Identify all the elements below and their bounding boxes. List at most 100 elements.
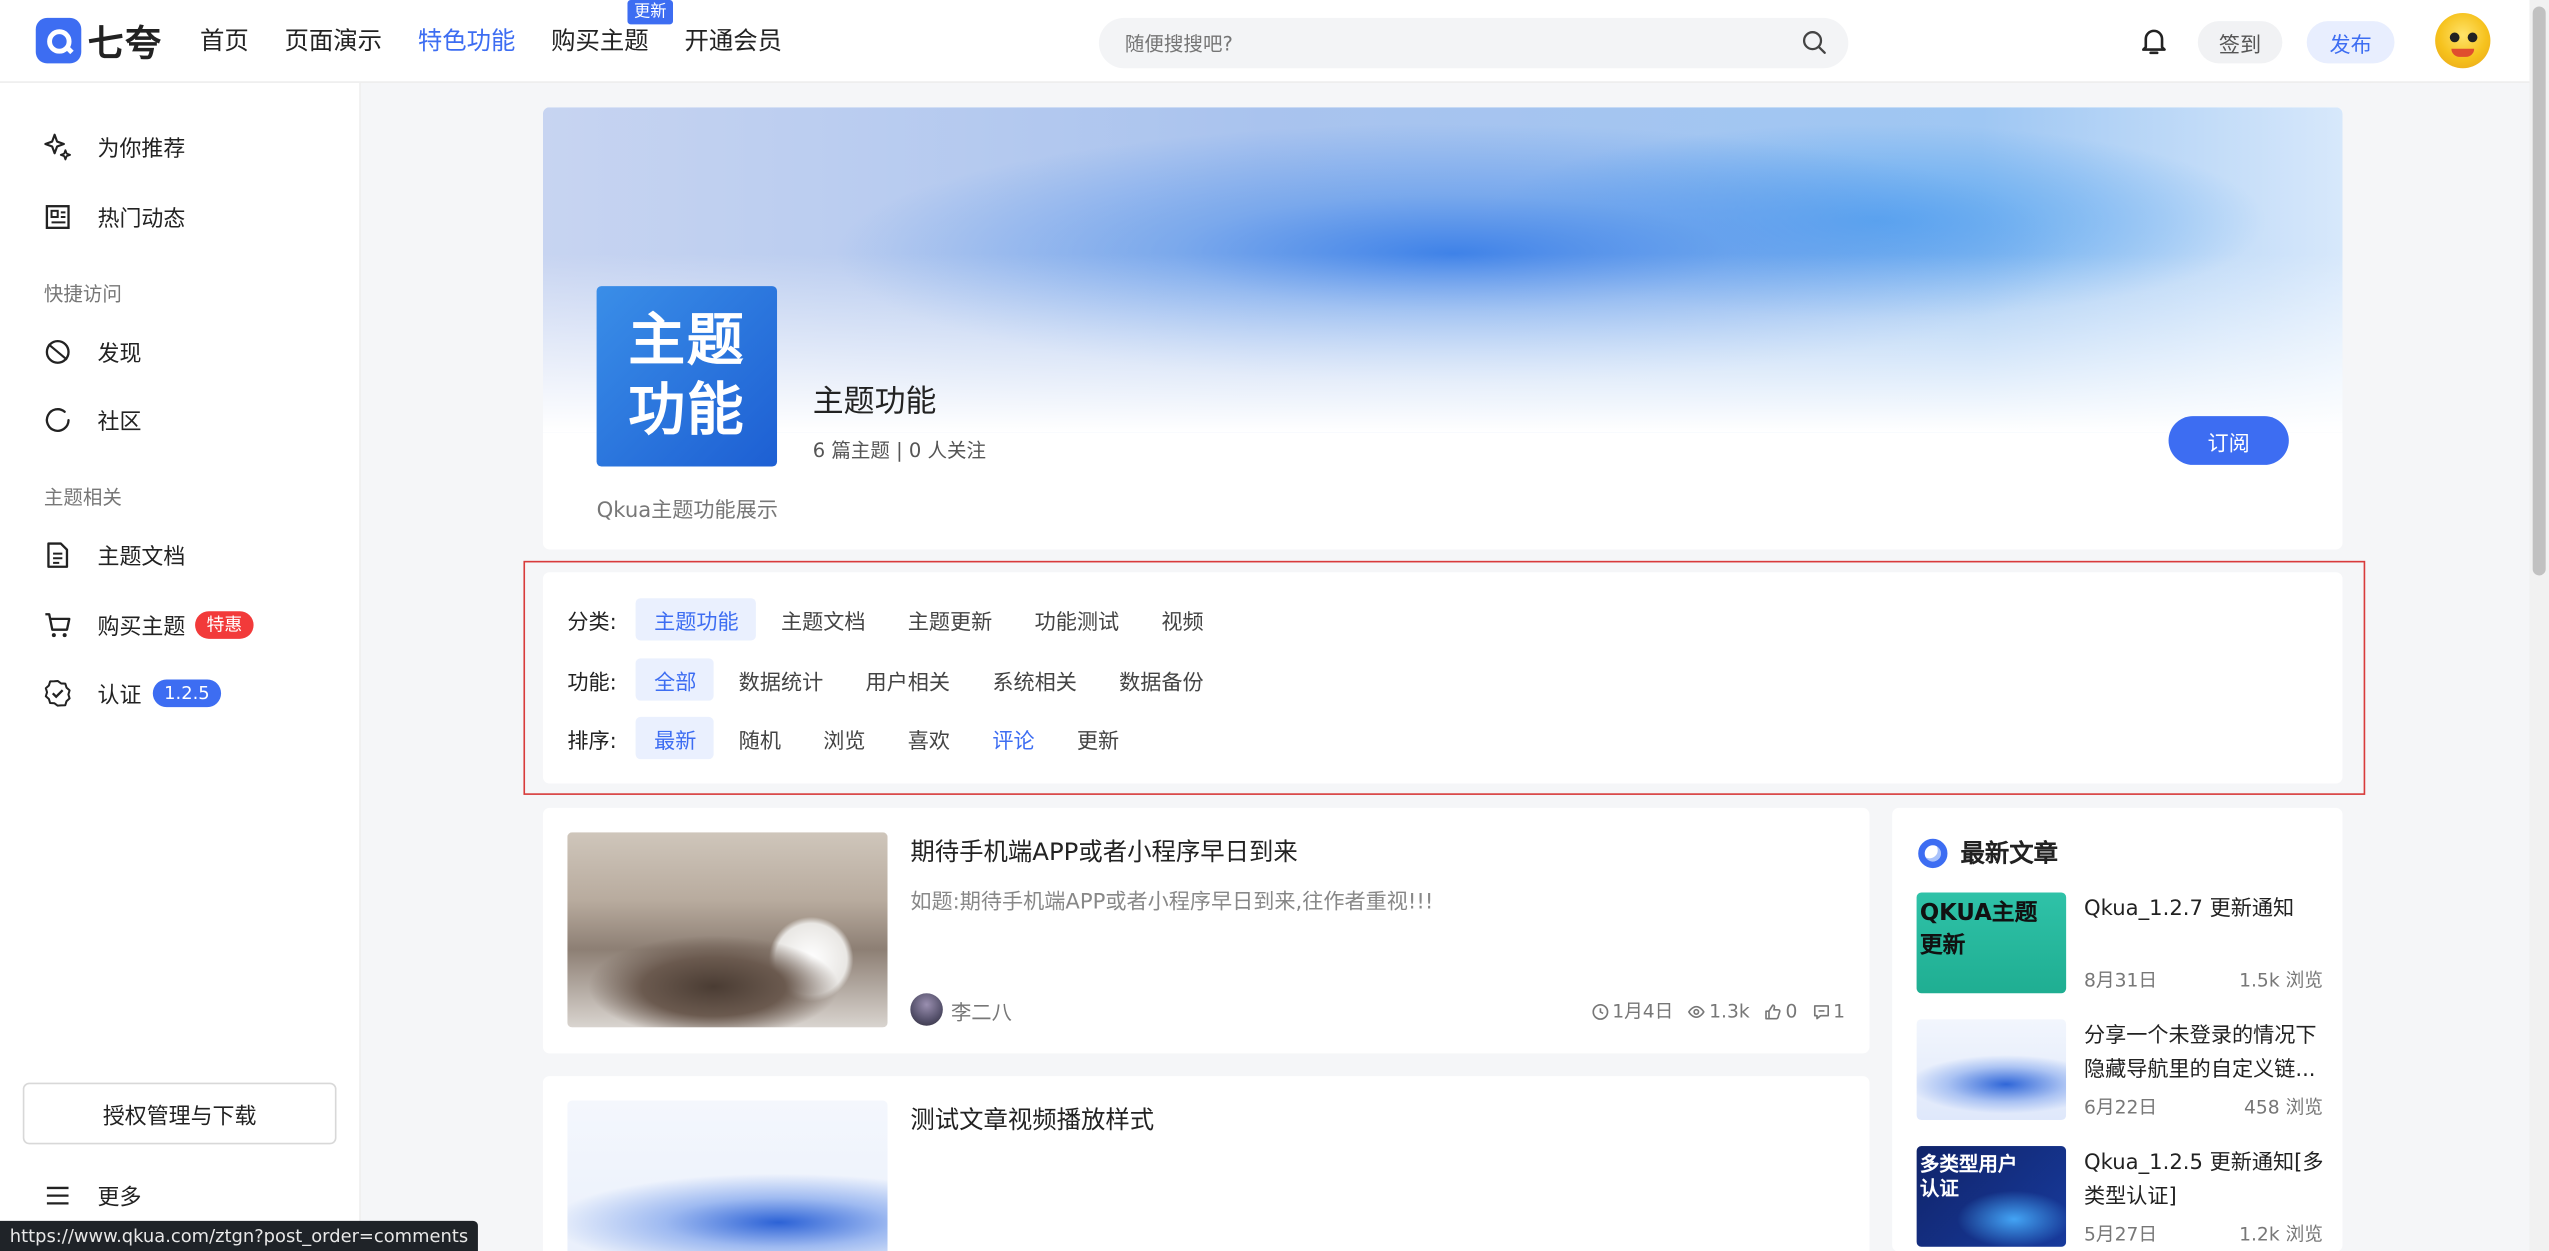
compass-icon	[45, 339, 70, 364]
article-title[interactable]: 分享一个未登录的情况下隐藏导航里的自定义链...	[2084, 1019, 2328, 1087]
sidebar-item-buy[interactable]: 购买主题 特惠	[42, 606, 254, 642]
sidebar-item-verify[interactable]: 认证 1.2.5	[42, 675, 222, 711]
nav-page-demo[interactable]: 页面演示	[285, 23, 383, 57]
sidebar-item-hot[interactable]: 热门动态	[42, 198, 185, 234]
search-box	[1098, 17, 1849, 69]
sidebar-item-label: 更多	[97, 1185, 142, 1212]
post-card[interactable]: 期待手机端APP或者小程序早日到来 如题:期待手机端APP或者小程序早日到来,往…	[542, 807, 1870, 1054]
sidebar-item-label: 发现	[97, 341, 142, 368]
post-author[interactable]: 李二八	[910, 993, 1012, 1026]
article-views: 1.2k 浏览	[2239, 1222, 2323, 1246]
thumbs-up-icon	[1765, 1003, 1782, 1019]
nav-buy-theme[interactable]: 购买主题	[551, 23, 649, 57]
sidebar-item-label: 认证	[97, 682, 142, 709]
article-title[interactable]: Qkua_1.2.7 更新通知	[2084, 892, 2328, 926]
left-sidebar: 为你推荐 热门动态 快捷访问 发现 社区 主题相关 主题文档 购买主题 特惠 认…	[0, 82, 361, 1251]
category-icon: 主题 功能	[596, 286, 778, 467]
main-nav: 首页 页面演示 特色功能 购买主题 开通会员 更新	[200, 0, 818, 57]
category-banner: 主题 功能 主题功能 6 篇主题 | 0 人关注 订阅 Qkua主题功能展示	[542, 107, 2343, 550]
article-date: 8月31日	[2084, 968, 2158, 992]
post-comments[interactable]: 1	[1812, 1000, 1845, 1023]
sidebar-item-label: 社区	[97, 409, 142, 436]
logo-q-icon	[35, 17, 82, 64]
post-likes[interactable]: 0	[1764, 1000, 1797, 1023]
article-thumbnail[interactable]: 多类型用户 认证	[1917, 1146, 2067, 1247]
article-thumbnail[interactable]	[1916, 1019, 2067, 1121]
sidebar-group-quick: 快捷访问	[43, 282, 122, 306]
post-views: 1.3k	[1688, 1000, 1750, 1023]
page-scrollbar[interactable]	[2529, 0, 2549, 1251]
link-status-bar: https://www.qkua.com/ztgn?post_order=com…	[0, 1220, 478, 1251]
post-stats: 1月4日 1.3k 0 1	[1591, 998, 1845, 1024]
article-date: 6月22日	[2084, 1095, 2158, 1119]
license-download-button[interactable]: 授权管理与下载	[22, 1082, 337, 1145]
post-excerpt: 如题:期待手机端APP或者小程序早日到来,往作者重视!!!	[910, 890, 1434, 916]
widget-title: 最新文章	[1918, 836, 2058, 870]
category-title: 主题功能	[812, 383, 937, 420]
sidebar-item-more[interactable]: 更多	[42, 1177, 141, 1213]
search-input[interactable]	[1098, 17, 1750, 69]
circle-icon	[45, 407, 70, 432]
latest-article[interactable]: QKUA主题 更新 Qkua_1.2.7 更新通知 8月31日 1.5k 浏览	[1916, 892, 2323, 996]
category-icon-text-1: 主题	[628, 308, 746, 374]
site-logo[interactable]: 七夸	[35, 16, 163, 66]
document-icon	[47, 541, 69, 568]
sidebar-item-recommend[interactable]: 为你推荐	[42, 128, 185, 164]
author-avatar[interactable]	[910, 993, 943, 1026]
sidebar-item-label: 为你推荐	[97, 136, 186, 163]
scrollbar-thumb[interactable]	[2532, 6, 2546, 576]
clock-icon	[1592, 1003, 1608, 1020]
post-thumbnail[interactable]	[567, 832, 888, 1028]
category-description: Qkua主题功能展示	[596, 499, 778, 524]
latest-article[interactable]: 分享一个未登录的情况下隐藏导航里的自定义链... 6月22日 458 浏览	[1916, 1019, 2323, 1123]
publish-button[interactable]: 发布	[2306, 21, 2395, 64]
eye-icon	[1688, 1005, 1706, 1018]
filter-highlight-outline	[523, 560, 2366, 795]
sidebar-item-docs[interactable]: 主题文档	[42, 536, 185, 572]
post-views-text: 1.3k	[1709, 999, 1750, 1023]
sidebar-item-label: 热门动态	[97, 206, 186, 233]
search-icon[interactable]	[1801, 29, 1827, 55]
post-thumbnail[interactable]	[567, 1100, 888, 1251]
post-title[interactable]: 期待手机端APP或者小程序早日到来	[910, 834, 1297, 868]
signin-button[interactable]: 签到	[2197, 21, 2283, 64]
article-title[interactable]: Qkua_1.2.5 更新通知[多类型认证]	[2084, 1146, 2328, 1214]
top-navbar: 七夸 首页 页面演示 特色功能 购买主题 开通会员 更新 签到 发布	[0, 0, 2549, 83]
subscribe-button[interactable]: 订阅	[2168, 416, 2289, 465]
user-avatar[interactable]	[2435, 13, 2491, 69]
sparkle-icon	[44, 132, 71, 160]
article-views: 1.5k 浏览	[2239, 968, 2323, 992]
latest-article[interactable]: 多类型用户 认证 Qkua_1.2.5 更新通知[多类型认证] 5月27日 1.…	[1917, 1146, 2324, 1250]
news-icon	[45, 204, 70, 229]
verified-icon	[44, 679, 71, 706]
latest-articles-widget: 最新文章 QKUA主题 更新 Qkua_1.2.7 更新通知 8月31日 1.5…	[1892, 807, 2343, 1251]
version-badge: 1.2.5	[152, 678, 222, 707]
category-meta: 6 篇主题 | 0 人关注	[812, 438, 987, 462]
sale-badge: 特惠	[195, 610, 254, 639]
nav-features[interactable]: 特色功能	[418, 23, 516, 57]
post-title[interactable]: 测试文章视频播放样式	[910, 1102, 1154, 1136]
bell-icon[interactable]	[2138, 24, 2171, 57]
nav-home[interactable]: 首页	[200, 23, 249, 57]
update-badge: 更新	[627, 0, 673, 25]
sidebar-group-theme: 主题相关	[43, 486, 122, 509]
cart-icon	[45, 612, 71, 637]
sidebar-item-label: 购买主题	[97, 614, 186, 641]
post-date-text: 1月4日	[1612, 999, 1674, 1023]
post-card[interactable]: 测试文章视频播放样式	[542, 1076, 1870, 1251]
sidebar-item-community[interactable]: 社区	[42, 402, 141, 438]
nav-membership[interactable]: 开通会员	[684, 23, 782, 57]
article-date: 5月27日	[2084, 1222, 2158, 1246]
logo-text: 七夸	[87, 24, 163, 66]
article-thumbnail[interactable]: QKUA主题 更新	[1916, 892, 2067, 994]
article-views: 458 浏览	[2243, 1095, 2323, 1119]
widget-title-text: 最新文章	[1960, 838, 2059, 869]
post-comments-text: 1	[1833, 999, 1846, 1023]
widget-title-icon	[1918, 837, 1948, 868]
comment-icon	[1813, 1004, 1829, 1019]
sidebar-item-label: 主题文档	[97, 544, 186, 571]
category-icon-text-2: 功能	[628, 377, 746, 443]
menu-icon	[46, 1185, 69, 1204]
author-name[interactable]: 李二八	[951, 994, 1012, 1025]
sidebar-item-discover[interactable]: 发现	[42, 333, 141, 369]
